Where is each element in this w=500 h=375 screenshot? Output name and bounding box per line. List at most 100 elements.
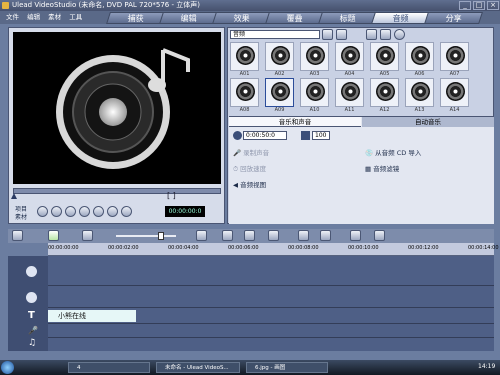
voice-track-icon: 🎤: [28, 326, 38, 335]
music-track[interactable]: [48, 338, 494, 351]
options-icon[interactable]: [336, 29, 347, 40]
tab-title[interactable]: 标题: [318, 12, 377, 24]
mark-in-out-icon[interactable]: [ ]: [167, 191, 176, 200]
menu-edit[interactable]: 编辑: [27, 13, 40, 21]
tab-share[interactable]: 分享: [424, 12, 483, 24]
audio-thumb-a08[interactable]: [230, 78, 259, 107]
app-icon: [2, 2, 9, 9]
thumb-label: A14: [449, 107, 460, 113]
next-frame-icon[interactable]: [79, 206, 90, 217]
playback-speed-button[interactable]: ⏱ 回放速度: [233, 163, 266, 174]
repeat-icon[interactable]: [107, 206, 118, 217]
clock-icon: [233, 131, 242, 140]
tab-audio[interactable]: 音频: [371, 12, 430, 24]
voice-track[interactable]: [48, 324, 494, 338]
end-icon[interactable]: [93, 206, 104, 217]
ruler-tick: 00:00:04:00: [168, 245, 199, 251]
sort-icon[interactable]: [380, 29, 391, 40]
thumb-label: A03: [309, 71, 320, 77]
title-clip[interactable]: 小熊在线: [48, 310, 136, 322]
home-icon[interactable]: [51, 206, 62, 217]
audio-thumb-a14[interactable]: [440, 78, 469, 107]
volume-field[interactable]: 100: [312, 131, 330, 140]
minimize-button[interactable]: _: [459, 1, 471, 10]
thumb-label: A11: [344, 107, 355, 113]
audio-thumb-a10[interactable]: [300, 78, 329, 107]
thumb-label: A10: [309, 107, 320, 113]
tab-auto-music[interactable]: 自动音乐: [362, 117, 494, 127]
library-dropdown[interactable]: 音频: [230, 30, 320, 39]
play-icon[interactable]: [37, 206, 48, 217]
mix-icon[interactable]: [350, 230, 361, 241]
enable-disable-icon[interactable]: [268, 230, 279, 241]
tab-overlay[interactable]: 覆叠: [265, 12, 324, 24]
thumb-label: A02: [274, 71, 285, 77]
menu-tools[interactable]: 工具: [69, 13, 82, 21]
duration-field[interactable]: 0:00:50:0: [243, 131, 287, 140]
timecode-display[interactable]: 00:00:00:0: [165, 206, 205, 217]
taskbar-item-4[interactable]: 4: [68, 362, 150, 373]
title-bar: Ulead VideoStudio (未命名, DVD PAL 720*576 …: [0, 0, 500, 11]
folder-icon[interactable]: [322, 29, 333, 40]
taskbar-item-videostudio[interactable]: 未命名 - Ulead VideoS...: [156, 362, 240, 373]
close-button[interactable]: ×: [487, 1, 499, 10]
timeline-ruler[interactable]: 00:00:00:00 00:00:02:00 00:00:04:00 00:0…: [48, 243, 499, 256]
start-button-icon[interactable]: [1, 361, 14, 374]
audio-thumb-a04[interactable]: [335, 42, 364, 71]
taskbar-item-paint[interactable]: 6.jpg - 画图: [246, 362, 328, 373]
ruler-tick: 00:00:02:00: [108, 245, 139, 251]
record-voice-button[interactable]: 🎤 录制声音: [233, 147, 269, 157]
speaker-icon: [301, 131, 310, 140]
tab-music-and-voice[interactable]: 音乐和声音: [229, 117, 361, 127]
taskbar: 4 未命名 - Ulead VideoS... 6.jpg - 画图 14:19: [0, 360, 500, 375]
zoom-slider-handle[interactable]: [158, 232, 164, 240]
scrub-bar[interactable]: [13, 188, 221, 194]
audio-view-button[interactable]: ◀ 音频视图: [233, 179, 266, 189]
audio-thumb-a02[interactable]: [265, 42, 294, 71]
ruler-tick: 00:00:06:00: [228, 245, 259, 251]
ruler-tick: 00:00:10:00: [348, 245, 379, 251]
audio-thumb-a09[interactable]: [265, 78, 294, 107]
auto-music-icon[interactable]: [374, 230, 385, 241]
audio-thumb-a05[interactable]: [370, 42, 399, 71]
undo-icon[interactable]: [222, 230, 233, 241]
ruler-tick: 00:00:08:00: [288, 245, 319, 251]
video-track[interactable]: [48, 256, 494, 286]
audio-thumb-a06[interactable]: [405, 42, 434, 71]
tab-effect[interactable]: 效果: [212, 12, 271, 24]
audio-thumb-a03[interactable]: [300, 42, 329, 71]
tab-edit[interactable]: 编辑: [159, 12, 218, 24]
fit-project-icon[interactable]: [196, 230, 207, 241]
track-manager-icon[interactable]: [298, 230, 309, 241]
mode-clip[interactable]: 素材: [15, 212, 27, 221]
thumb-label: A01: [239, 71, 250, 77]
storyboard-view-icon[interactable]: [12, 230, 23, 241]
audio-thumb-a11[interactable]: [335, 78, 364, 107]
timeline-view-icon[interactable]: [48, 230, 59, 241]
timeline-tracks: 小熊在线 T 🎤 ♫: [8, 256, 494, 351]
thumb-label: A08: [239, 107, 250, 113]
audio-thumb-a07[interactable]: [440, 42, 469, 71]
chapter-point-icon[interactable]: [320, 230, 331, 241]
audio-thumb-a01[interactable]: [230, 42, 259, 71]
overlay-track[interactable]: [48, 286, 494, 308]
library-manager-icon[interactable]: [366, 29, 377, 40]
title-track-icon: T: [28, 310, 35, 321]
import-cd-button[interactable]: 💿 从音频 CD 导入: [365, 147, 421, 157]
previous-frame-icon[interactable]: [65, 206, 76, 217]
audio-thumb-a13[interactable]: [405, 78, 434, 107]
redo-icon[interactable]: [244, 230, 255, 241]
menu-clip[interactable]: 素材: [48, 13, 61, 21]
audio-thumb-a12[interactable]: [370, 78, 399, 107]
menu-file[interactable]: 文件: [6, 13, 19, 21]
options-panel: 音乐和声音 自动音乐 0:00:50:0 100 🎤 录制声音 ⏱ 回放速度 ◀…: [229, 116, 494, 224]
expand-icon[interactable]: [394, 29, 405, 40]
volume-icon[interactable]: [121, 206, 132, 217]
audio-view-icon[interactable]: [82, 230, 93, 241]
thumb-label: A13: [414, 107, 425, 113]
tab-capture[interactable]: 捕获: [106, 12, 165, 24]
audio-filter-button[interactable]: ▦ 音频滤镜: [365, 163, 399, 173]
zoom-slider[interactable]: [116, 235, 176, 237]
ruler-tick: 00:00:12:00: [408, 245, 439, 251]
maximize-button[interactable]: □: [473, 1, 485, 10]
